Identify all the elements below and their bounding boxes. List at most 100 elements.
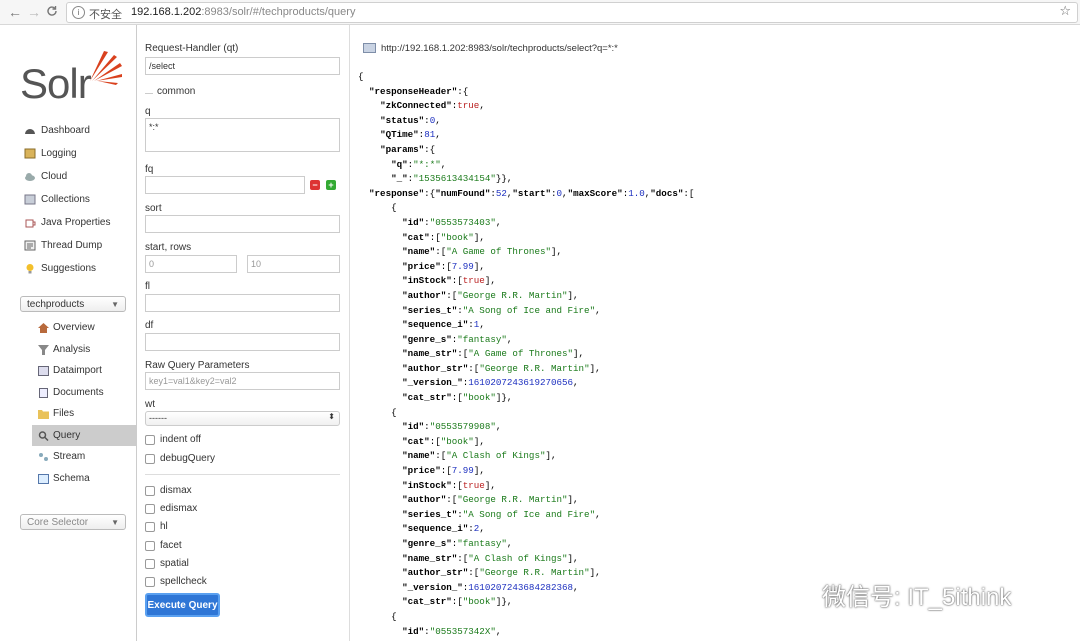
- back-button[interactable]: ←: [8, 4, 22, 20]
- core-dropdown[interactable]: techproducts ▼: [20, 296, 126, 312]
- debug-query-checkbox[interactable]: debugQuery: [145, 453, 215, 464]
- json-line: "_version_":1610207243619270656,: [402, 377, 579, 389]
- browser-toolbar: ← → i 不安全 192.168.1.202:8983/solr/#/tech…: [0, 0, 1080, 25]
- fq-label: fq: [145, 164, 154, 175]
- dataimport-icon: [38, 365, 49, 376]
- qt-input[interactable]: /select: [145, 57, 340, 75]
- thread-dump-icon: [24, 240, 36, 251]
- solr-logo[interactable]: Solr: [20, 51, 122, 108]
- core-nav-dataimport[interactable]: Dataimport: [32, 360, 136, 381]
- reload-button[interactable]: [46, 4, 58, 20]
- logging-icon: [24, 148, 36, 159]
- df-input[interactable]: [145, 333, 340, 351]
- home-icon: [38, 322, 49, 333]
- checkbox-label: edismax: [160, 503, 198, 514]
- checkbox-box[interactable]: [145, 434, 155, 445]
- nav-cloud[interactable]: Cloud: [24, 167, 67, 185]
- query-form: Request-Handler (qt) /select common q *:…: [137, 25, 350, 641]
- request-url-link[interactable]: http://192.168.1.202:8983/solr/techprodu…: [363, 43, 618, 54]
- results-panel: http://192.168.1.202:8983/solr/techprodu…: [350, 25, 1080, 641]
- json-line: "QTime":81,: [380, 129, 441, 141]
- sort-input[interactable]: [145, 215, 340, 233]
- request-url-text: http://192.168.1.202:8983/solr/techprodu…: [381, 43, 618, 54]
- cloud-icon: [24, 171, 36, 182]
- json-line: "name":["A Clash of Kings"],: [402, 450, 557, 462]
- json-line: "_":"1535613434154"}},: [391, 173, 513, 185]
- wt-select[interactable]: ------ ⬍: [145, 411, 340, 426]
- logo-text: Solr: [20, 60, 92, 107]
- start-input[interactable]: 0: [145, 255, 237, 273]
- checkbox-box[interactable]: [145, 558, 155, 569]
- nav-suggestions[interactable]: Suggestions: [24, 259, 96, 277]
- json-line: "genre_s":"fantasy",: [402, 333, 513, 345]
- core-nav-label: Files: [53, 408, 75, 419]
- core-nav-label: Stream: [53, 451, 86, 462]
- nav-logging[interactable]: Logging: [24, 144, 77, 162]
- core-selector-dropdown[interactable]: Core Selector ▼: [20, 514, 126, 530]
- json-line: "id":"055357342X",: [402, 625, 502, 637]
- nav-thread-dump[interactable]: Thread Dump: [24, 236, 102, 254]
- wt-select-value: ------: [149, 413, 167, 423]
- forward-button[interactable]: →: [27, 4, 41, 20]
- json-line: "series_t":"A Song of Ice and Fire",: [402, 508, 601, 520]
- json-line: "status":0,: [380, 114, 441, 126]
- json-line: {: [358, 610, 397, 622]
- edismax-checkbox[interactable]: edismax: [145, 503, 197, 514]
- dashboard-icon: [24, 125, 36, 136]
- solr-sun-icon: [90, 51, 122, 85]
- checkbox-box[interactable]: [145, 576, 155, 587]
- nav-java-properties[interactable]: Java Properties: [24, 213, 110, 231]
- remove-fq-button[interactable]: −: [310, 180, 320, 190]
- url-text[interactable]: 192.168.1.202:8983/solr/#/techproducts/q…: [131, 6, 355, 18]
- rows-input[interactable]: 10: [247, 255, 340, 273]
- json-response: { "responseHeader":{ "zkConnected":true,…: [358, 70, 694, 639]
- indent-off-checkbox[interactable]: indent off: [145, 434, 201, 445]
- q-textarea[interactable]: *:*: [145, 118, 340, 152]
- checkbox-box[interactable]: [145, 485, 155, 496]
- json-line: "inStock":[true],: [402, 479, 496, 491]
- checkbox-box[interactable]: [145, 453, 155, 464]
- bookmark-star-icon[interactable]: ☆: [1059, 3, 1071, 19]
- json-line: "name_str":["A Game of Thrones"],: [402, 348, 585, 360]
- checkbox-box[interactable]: [145, 521, 155, 532]
- select-arrows-icon: ⬍: [328, 412, 335, 421]
- funnel-icon: [38, 344, 49, 355]
- chevron-down-icon: ▼: [111, 518, 119, 527]
- json-line: {: [358, 406, 397, 418]
- execute-query-button[interactable]: Execute Query: [145, 593, 220, 617]
- json-line: "name":["A Game of Thrones"],: [402, 246, 563, 258]
- common-label: common: [157, 86, 196, 97]
- address-bar[interactable]: i 不安全 192.168.1.202:8983/solr/#/techprod…: [66, 2, 1078, 23]
- core-nav-overview[interactable]: Overview: [32, 317, 136, 338]
- spellcheck-checkbox[interactable]: spellcheck: [145, 576, 207, 587]
- json-line: "responseHeader":{: [369, 85, 469, 97]
- fq-input[interactable]: [145, 176, 305, 194]
- json-line: "author_str":["George R.R. Martin"],: [402, 567, 601, 579]
- fl-label: fl: [145, 281, 150, 292]
- dismax-checkbox[interactable]: dismax: [145, 485, 192, 496]
- checkbox-label: spellcheck: [160, 576, 207, 587]
- json-line: "zkConnected":true,: [380, 100, 485, 112]
- raw-params-input[interactable]: key1=val1&key2=val2: [145, 372, 340, 390]
- core-nav-analysis[interactable]: Analysis: [32, 339, 136, 360]
- hl-checkbox[interactable]: hl: [145, 521, 168, 532]
- checkbox-box[interactable]: [145, 503, 155, 514]
- fl-input[interactable]: [145, 294, 340, 312]
- request-url-icon: [363, 43, 376, 54]
- nav-collections[interactable]: Collections: [24, 190, 90, 208]
- core-nav-documents[interactable]: Documents: [32, 382, 136, 403]
- nav-dashboard[interactable]: Dashboard: [24, 121, 90, 139]
- json-line: "response":{"numFound":52,"start":0,"max…: [369, 187, 695, 199]
- core-nav-files[interactable]: Files: [32, 403, 136, 424]
- info-icon[interactable]: i: [72, 6, 85, 19]
- collections-icon: [24, 194, 36, 205]
- checkbox-box[interactable]: [145, 540, 155, 551]
- add-fq-button[interactable]: +: [326, 180, 336, 190]
- core-nav-schema[interactable]: Schema: [32, 468, 136, 489]
- spatial-checkbox[interactable]: spatial: [145, 558, 189, 569]
- core-nav-query[interactable]: Query: [32, 425, 136, 446]
- core-nav-label: Dataimport: [53, 365, 102, 376]
- core-dropdown-value: techproducts: [27, 299, 85, 310]
- core-nav-stream[interactable]: Stream: [32, 446, 136, 467]
- facet-checkbox[interactable]: facet: [145, 540, 182, 551]
